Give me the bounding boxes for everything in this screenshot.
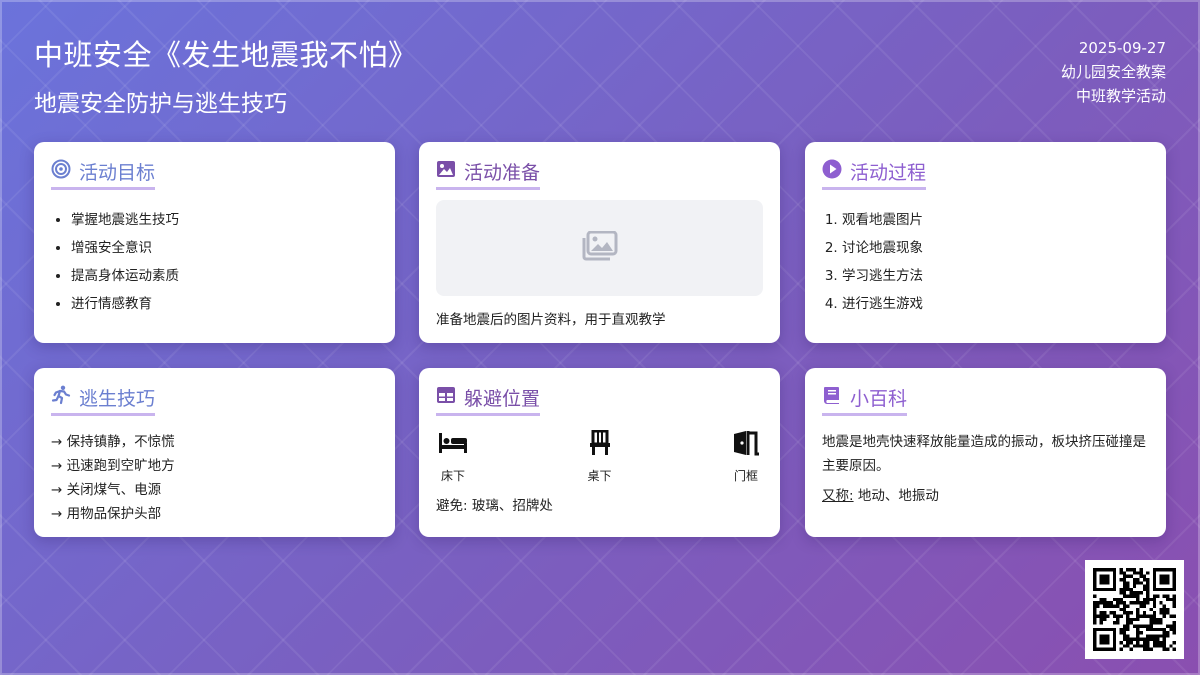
alias-value: 地动、地振动 [857,488,939,504]
wiki-text: 地震是地壳快速释放能量造成的振动，板块挤压碰撞是主要原因。 [822,434,1146,474]
goals-card: 活动目标 掌握地震逃生技巧 增强安全意识 提高身体运动素质 进行情感教育 [34,142,395,343]
images-icon [582,230,618,265]
process-card: 活动过程 观看地震图片 讨论地震现象 学习逃生方法 进行逃生游戏 [805,142,1166,343]
wiki-alias: 又称: 地动、地振动 [822,484,1149,504]
process-title-text: 活动过程 [850,162,927,184]
bed-icon [438,430,468,467]
play-circle-icon [822,159,842,184]
category-label: 幼儿园安全教案 [1060,63,1166,81]
spot-label: 桌下 [587,469,612,483]
door-icon [731,430,761,467]
spot-label: 床下 [440,469,465,483]
qr-code[interactable] [1085,560,1184,659]
activity-type-label: 中班教学活动 [1075,87,1166,105]
list-item: → 关闭煤气、电源 [51,482,162,498]
list-item: 讨论地震现象 [842,234,1149,262]
escape-title-text: 逃生技巧 [79,388,156,410]
shelter-title-text: 躲避位置 [464,388,541,410]
running-icon [51,385,71,410]
shelter-card: 躲避位置 床下 桌下 门框 避免: 玻璃、招牌处 [419,368,780,537]
shelter-spot-door: 门框 [729,430,763,484]
escape-list: → 保持镇静，不惊慌 → 迅速跑到空旷地方 → 关闭煤气、电源 → 用物品保护头… [51,430,378,526]
alias-label: 又称: [822,488,854,504]
wiki-card: 小百科 地震是地壳快速释放能量造成的振动，板块挤压碰撞是主要原因。 又称: 地动… [805,368,1166,537]
page-title: 中班安全《发生地震我不怕》 [34,38,418,72]
goals-list: 掌握地震逃生技巧 增强安全意识 提高身体运动素质 进行情感教育 [71,206,378,318]
prep-title-text: 活动准备 [464,162,541,184]
list-item: 学习逃生方法 [842,262,1149,290]
list-item: 观看地震图片 [842,206,1149,234]
header-meta: 2025-09-27 幼儿园安全教案 中班教学活动 [1061,36,1166,108]
list-item: 增强安全意识 [71,234,378,262]
qr-code-icon [1093,568,1176,651]
wiki-card-title: 小百科 [822,384,908,416]
goals-card-title: 活动目标 [51,158,156,190]
table-icon [436,385,456,410]
process-steps: 观看地震图片 讨论地震现象 学习逃生方法 进行逃生游戏 [842,206,1149,318]
chair-icon [585,429,615,467]
list-item: 掌握地震逃生技巧 [71,206,378,234]
goals-title-text: 活动目标 [79,162,156,184]
escape-card-title: 逃生技巧 [51,384,156,416]
list-item: → 迅速跑到空旷地方 [51,458,175,474]
spot-label: 门框 [733,469,758,483]
prep-card-title: 活动准备 [436,158,541,190]
process-card-title: 活动过程 [822,158,927,190]
wiki-title-text: 小百科 [850,388,908,410]
list-item: → 保持镇静，不惊慌 [51,434,175,450]
list-item: 进行逃生游戏 [842,290,1149,318]
image-placeholder [436,200,763,296]
avoid-note: 避免: 玻璃、招牌处 [436,498,553,514]
list-item: 提高身体运动素质 [71,262,378,290]
list-item: → 用物品保护头部 [51,506,162,522]
list-item: 进行情感教育 [71,290,378,318]
page-subtitle: 地震安全防护与逃生技巧 [34,91,287,117]
prep-card: 活动准备 准备地震后的图片资料，用于直观教学 [419,142,780,343]
shelter-spot-bed: 床下 [436,430,470,484]
book-icon [822,385,842,410]
shelter-spot-table: 桌下 [583,429,617,484]
header: 中班安全《发生地震我不怕》 地震安全防护与逃生技巧 [34,32,418,118]
shelter-card-title: 躲避位置 [436,384,541,416]
image-icon [436,159,456,184]
prep-caption: 准备地震后的图片资料，用于直观教学 [436,312,666,328]
escape-card: 逃生技巧 → 保持镇静，不惊慌 → 迅速跑到空旷地方 → 关闭煤气、电源 → 用… [34,368,395,537]
target-icon [51,159,71,184]
date-label: 2025-09-27 [1078,39,1166,57]
shelter-spots: 床下 桌下 门框 [436,429,763,484]
